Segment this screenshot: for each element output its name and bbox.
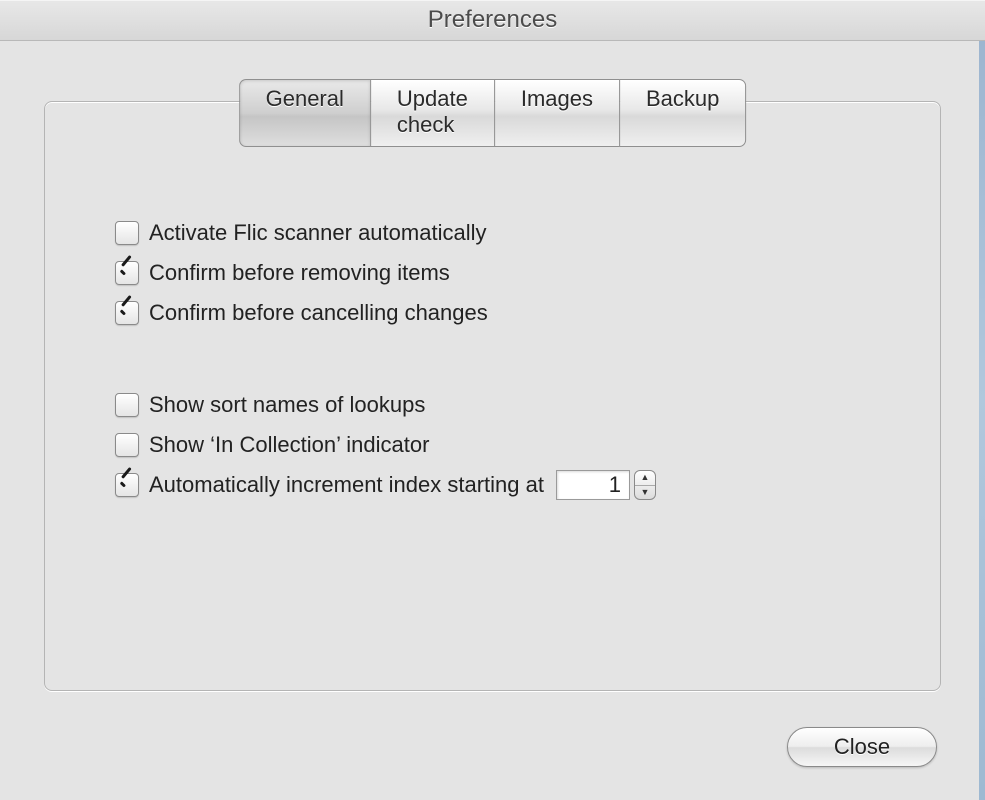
preferences-groupbox: Activate Flic scanner automatically Conf…	[44, 101, 941, 691]
index-stepper	[634, 470, 656, 500]
label-confirm-remove: Confirm before removing items	[149, 256, 450, 290]
label-show-sort-names: Show sort names of lookups	[149, 388, 425, 422]
tab-backup[interactable]: Backup	[619, 79, 746, 147]
option-show-sort-names: Show sort names of lookups	[115, 388, 900, 422]
close-button[interactable]: Close	[787, 727, 937, 767]
checkbox-confirm-remove[interactable]	[115, 261, 139, 285]
option-activate-flic: Activate Flic scanner automatically	[115, 216, 900, 250]
options-list: Activate Flic scanner automatically Conf…	[115, 212, 900, 508]
tab-images[interactable]: Images	[494, 79, 619, 147]
option-confirm-remove: Confirm before removing items	[115, 256, 900, 290]
option-show-in-collection: Show ‘In Collection’ indicator	[115, 428, 900, 462]
spacer	[115, 336, 900, 384]
checkbox-confirm-cancel[interactable]	[115, 301, 139, 325]
label-auto-increment: Automatically increment index starting a…	[149, 468, 544, 502]
label-show-in-collection: Show ‘In Collection’ indicator	[149, 428, 429, 462]
index-stepper-group	[556, 470, 656, 500]
label-activate-flic: Activate Flic scanner automatically	[149, 216, 486, 250]
tab-update-check[interactable]: Update check	[370, 79, 494, 147]
titlebar: Preferences	[0, 0, 985, 41]
checkbox-activate-flic[interactable]	[115, 221, 139, 245]
checkbox-auto-increment[interactable]	[115, 473, 139, 497]
checkbox-show-sort-names[interactable]	[115, 393, 139, 417]
index-start-input[interactable]	[556, 470, 630, 500]
tab-general[interactable]: General	[239, 79, 370, 147]
window-title: Preferences	[0, 6, 985, 34]
checkbox-show-in-collection[interactable]	[115, 433, 139, 457]
label-confirm-cancel: Confirm before cancelling changes	[149, 296, 488, 330]
tab-bar: General Update check Images Backup	[239, 79, 747, 147]
option-confirm-cancel: Confirm before cancelling changes	[115, 296, 900, 330]
option-auto-increment: Automatically increment index starting a…	[115, 468, 900, 502]
dialog-body: General Update check Images Backup Activ…	[0, 41, 985, 800]
stepper-up-icon[interactable]	[635, 471, 655, 486]
stepper-down-icon[interactable]	[635, 486, 655, 500]
